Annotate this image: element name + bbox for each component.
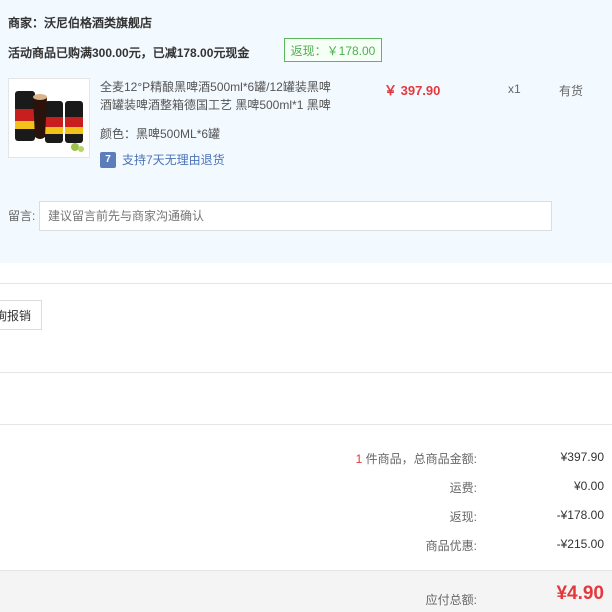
- product-color: 颜色：黑啤500ML*6罐: [100, 127, 221, 141]
- promo-text: 活动商品已购满300.00元，已减178.00元现金: [8, 46, 250, 60]
- divider: [0, 283, 612, 284]
- stock-status: 有货: [559, 84, 584, 98]
- item-count-suffix: 件商品，总商品金额:: [362, 452, 477, 466]
- summary-total-goods-label: 1 件商品，总商品金额:: [356, 450, 477, 467]
- seller-prefix: 商家：: [8, 16, 45, 30]
- summary-shipping-label: 运费:: [449, 481, 477, 495]
- seller-name[interactable]: 沃尼伯格酒类旗舰店: [44, 16, 152, 30]
- payable-label: 应付总额:: [425, 593, 477, 607]
- order-panel: 商家：沃尼伯格酒类旗舰店 活动商品已购满300.00元，已减178.00元现金 …: [0, 0, 612, 263]
- summary-shipping-row: 运费: ¥0.00: [0, 479, 612, 499]
- summary-discount-label: 商品优惠:: [425, 539, 477, 553]
- summary-cashback-value: -¥178.00: [556, 508, 604, 522]
- payable-total-bar: 应付总额: ¥4.90: [0, 570, 612, 612]
- summary-cashback-label: 返现:: [449, 510, 477, 524]
- seller-line: 商家：沃尼伯格酒类旗舰店: [8, 14, 152, 31]
- divider: [0, 424, 612, 425]
- summary-discount-value: -¥215.00: [556, 537, 604, 551]
- seven-day-return-icon: 7: [100, 151, 116, 168]
- payable-amount: ¥4.90: [556, 583, 604, 604]
- message-input[interactable]: [39, 201, 552, 231]
- summary-discount-row: 商品优惠: -¥215.00: [0, 537, 612, 557]
- return-policy-label: 支持7天无理由退货: [122, 153, 225, 167]
- product-title[interactable]: 全麦12°P精酿黑啤酒500ml*6罐/12罐装黑啤酒罐装啤酒整箱德国工艺 黑啤…: [100, 78, 338, 114]
- summary-total-goods-value: ¥397.90: [560, 450, 604, 464]
- product-thumbnail[interactable]: [8, 78, 90, 158]
- beer-can-pack-icon: [9, 79, 89, 157]
- summary-shipping-value: ¥0.00: [573, 479, 604, 493]
- product-quantity: x1: [508, 82, 521, 96]
- message-label: 留言:: [8, 209, 36, 223]
- product-price: ￥ 397.90: [384, 83, 441, 98]
- divider: [0, 372, 612, 373]
- summary-cashback-row: 返现: -¥178.00: [0, 508, 612, 528]
- cashback-tag: 返现：￥178.00: [284, 38, 382, 62]
- invoice-button[interactable]: 询报销: [0, 300, 42, 330]
- return-policy[interactable]: 7 支持7天无理由退货: [100, 151, 225, 168]
- summary-total-goods-row: 1 件商品，总商品金额: ¥397.90: [0, 450, 612, 470]
